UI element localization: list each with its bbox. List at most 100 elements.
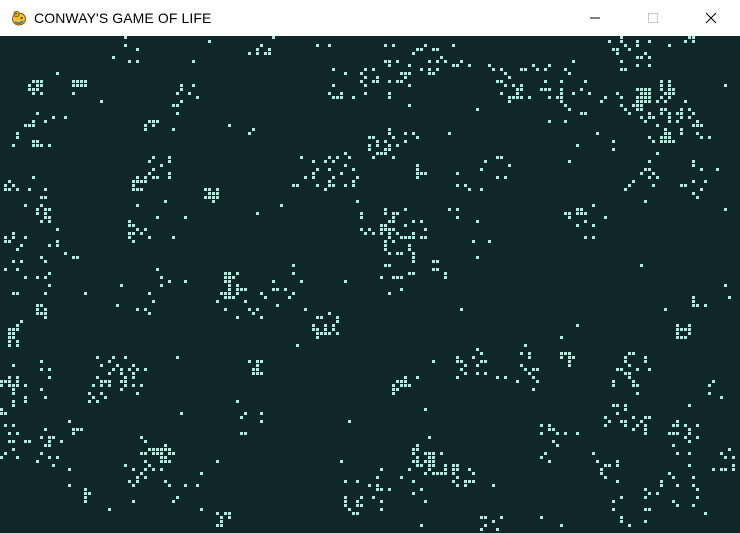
close-button[interactable]: [682, 0, 740, 35]
live-cell: [148, 172, 151, 175]
live-cell: [636, 104, 639, 107]
maximize-button[interactable]: [624, 0, 682, 35]
live-cell: [548, 120, 551, 123]
live-cell: [604, 476, 607, 479]
live-cell: [144, 460, 147, 463]
live-cell: [392, 240, 395, 243]
live-cell: [312, 172, 315, 175]
game-board[interactable]: [0, 36, 740, 533]
live-cell: [252, 368, 255, 371]
live-cell: [172, 128, 175, 131]
live-cell: [244, 300, 247, 303]
live-cell: [644, 100, 647, 103]
live-cell: [168, 484, 171, 487]
live-cell: [156, 216, 159, 219]
live-cell: [468, 64, 471, 67]
live-cell: [672, 88, 675, 91]
live-cell: [480, 352, 483, 355]
live-cell: [56, 240, 59, 243]
live-cell: [392, 276, 395, 279]
live-cell: [404, 208, 407, 211]
live-cell: [728, 296, 731, 299]
minimize-button[interactable]: [566, 0, 624, 35]
live-cell: [136, 308, 139, 311]
live-cell: [264, 296, 267, 299]
live-cell: [180, 88, 183, 91]
live-cell: [496, 176, 499, 179]
live-cell: [76, 256, 79, 259]
live-cell: [256, 52, 259, 55]
live-cell: [652, 172, 655, 175]
live-cell: [84, 488, 87, 491]
live-cell: [4, 424, 7, 427]
live-cell: [412, 232, 415, 235]
live-cell: [332, 84, 335, 87]
live-cell: [404, 132, 407, 135]
live-cell: [452, 480, 455, 483]
live-cell: [136, 48, 139, 51]
live-cell: [136, 368, 139, 371]
live-cell: [672, 140, 675, 143]
live-cell: [404, 76, 407, 79]
live-cell: [684, 336, 687, 339]
live-cell: [416, 172, 419, 175]
live-cell: [500, 80, 503, 83]
live-cell: [256, 364, 259, 367]
title-bar[interactable]: CONWAY'S GAME OF LIFE: [0, 0, 740, 35]
live-cell: [48, 376, 51, 379]
live-cell: [424, 172, 427, 175]
window-controls: [566, 0, 740, 35]
live-cell: [256, 48, 259, 51]
live-cell: [172, 236, 175, 239]
live-cell: [624, 68, 627, 71]
live-cell: [436, 60, 439, 63]
live-cell: [20, 260, 23, 263]
live-cell: [8, 344, 11, 347]
live-cell: [616, 460, 619, 463]
live-cell: [12, 328, 15, 331]
live-cell: [636, 64, 639, 67]
live-cell: [528, 96, 531, 99]
live-cell: [616, 480, 619, 483]
live-cell: [144, 176, 147, 179]
live-cell: [412, 480, 415, 483]
live-cell: [396, 388, 399, 391]
live-cell: [316, 184, 319, 187]
live-cell: [40, 368, 43, 371]
live-cell: [416, 136, 419, 139]
live-cell: [400, 236, 403, 239]
live-cell: [476, 108, 479, 111]
live-cell: [256, 368, 259, 371]
live-cell: [24, 440, 27, 443]
live-cell: [668, 80, 671, 83]
live-cell: [64, 252, 67, 255]
live-cell: [312, 328, 315, 331]
live-cell: [704, 180, 707, 183]
live-cell: [132, 372, 135, 375]
live-cell: [68, 468, 71, 471]
live-cell: [220, 516, 223, 519]
live-cell: [688, 428, 691, 431]
live-cell: [648, 492, 651, 495]
live-cell: [344, 496, 347, 499]
live-cell: [460, 60, 463, 63]
live-cell: [416, 464, 419, 467]
live-cell: [516, 88, 519, 91]
live-cell: [576, 432, 579, 435]
live-cell: [184, 280, 187, 283]
live-cell: [48, 144, 51, 147]
live-cell: [188, 92, 191, 95]
live-cell: [84, 500, 87, 503]
live-cell: [444, 472, 447, 475]
live-cell: [404, 140, 407, 143]
live-cell: [44, 120, 47, 123]
live-cell: [568, 352, 571, 355]
live-cell: [76, 80, 79, 83]
live-cell: [8, 332, 11, 335]
live-cell: [28, 124, 31, 127]
live-cell: [416, 456, 419, 459]
live-cell: [596, 132, 599, 135]
live-cell: [44, 444, 47, 447]
live-cell: [428, 60, 431, 63]
live-cell: [16, 188, 19, 191]
